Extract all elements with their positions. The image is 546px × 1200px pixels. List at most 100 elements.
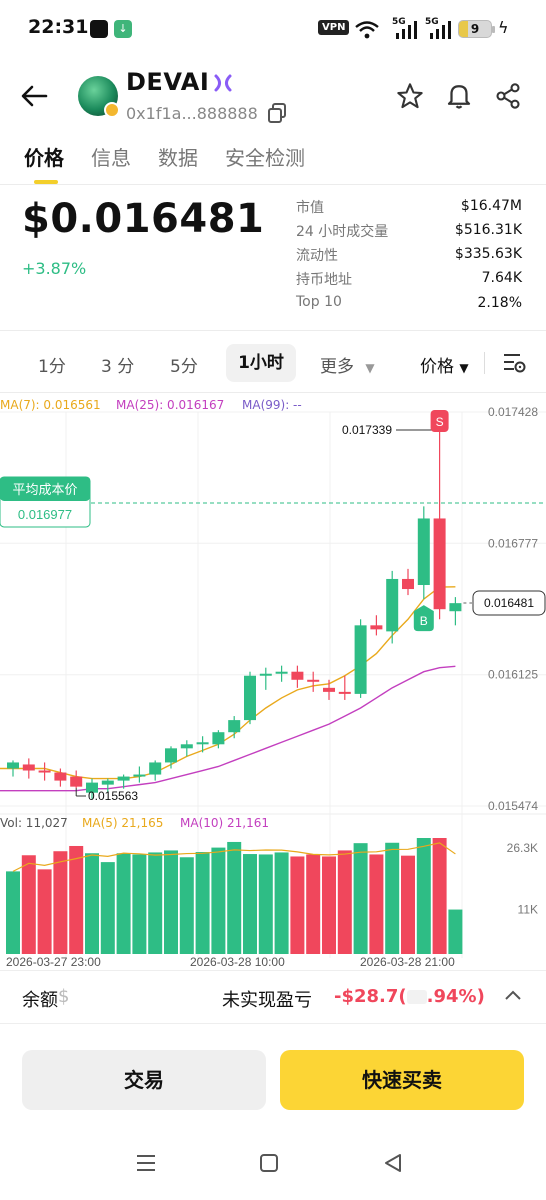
candle-body [7, 762, 19, 769]
vpn-badge: VPN [318, 20, 350, 35]
current-price-label: 0.016481 [484, 596, 534, 610]
candle-body [433, 518, 446, 610]
back-arrow-icon[interactable] [20, 84, 48, 108]
balance-label: 余额 [22, 990, 58, 1011]
stat-value-volume: $516.31K [454, 222, 522, 238]
candle-body [259, 673, 272, 676]
chevron-down-icon: ▼ [365, 361, 375, 375]
volume-axis-label: 26.3K [507, 841, 538, 855]
candle-body [54, 772, 67, 781]
battery-icon: 9 [458, 20, 495, 38]
balance-value: $ [58, 986, 70, 1007]
volume-bar [274, 852, 289, 954]
volume-bar [21, 855, 36, 954]
volume-bar [385, 842, 400, 954]
volume-bar [164, 850, 178, 954]
bell-icon[interactable] [444, 80, 474, 110]
interval-more[interactable]: 更多 ▼ [320, 352, 375, 377]
tab-info[interactable]: 信息 [91, 142, 131, 171]
chain-badge-icon [104, 102, 120, 118]
volume-bar [306, 854, 321, 954]
avg-cost-value: 0.016977 [18, 507, 72, 522]
volume-bar [53, 851, 68, 954]
avg-cost-label: 平均成本价 [12, 483, 77, 498]
candle-body [180, 744, 193, 749]
volume-bar [132, 854, 147, 954]
star-icon[interactable] [396, 82, 424, 110]
stat-value-top10: 2.18% [477, 295, 522, 311]
wifi-icon [355, 21, 379, 39]
stat-label-holders: 持币地址 [296, 272, 352, 288]
menu-nav-icon[interactable] [134, 1152, 158, 1174]
volume-bar [353, 843, 368, 954]
volume-bar [243, 854, 257, 954]
caret-down-icon: ▼ [459, 361, 469, 375]
stat-label-top10: Top 10 [296, 294, 342, 310]
home-nav-icon[interactable] [258, 1152, 280, 1174]
download-icon: ↓ [114, 20, 132, 38]
candle-body [275, 671, 288, 674]
volume-bar [290, 856, 305, 954]
time-axis-label: 2026-03-27 23:00 [6, 955, 101, 968]
candle-body [38, 770, 51, 773]
price-toggle[interactable]: 价格 ▼ [420, 352, 469, 377]
back-nav-icon[interactable] [382, 1152, 404, 1174]
share-icon[interactable] [494, 82, 522, 110]
current-price: $0.016481 [22, 196, 265, 242]
candle-body [244, 675, 256, 721]
candlestick-chart[interactable]: 0.017428 0.016777 0.016125 0.015474 平均成本价 0.0… [0, 392, 546, 968]
volume-bar [227, 841, 242, 954]
volume-bar [322, 856, 336, 954]
chevron-up-icon[interactable] [504, 988, 522, 1002]
chart-settings-icon[interactable] [502, 352, 526, 374]
charging-icon: ϟ [498, 18, 509, 37]
interval-1h[interactable]: 1小时 [226, 344, 296, 382]
stat-value-market-cap: $16.47M [460, 198, 522, 214]
candle-body [449, 603, 462, 612]
price-axis-label: 0.016125 [488, 668, 538, 682]
quick-trade-button[interactable]: 快速买卖 [280, 1050, 524, 1110]
volume-bar [69, 845, 84, 954]
trade-button[interactable]: 交易 [22, 1050, 266, 1110]
interval-1m[interactable]: 1分 [38, 352, 66, 377]
stat-label-liquidity: 流动性 [296, 248, 338, 264]
token-address: 0x1f1a...888888 [126, 104, 258, 123]
vol-legend: Vol: 11,027 [0, 816, 68, 830]
time-axis-label: 2026-03-28 21:00 [360, 955, 455, 968]
interval-separator [484, 352, 485, 374]
pnl-percent: .94%) [426, 986, 485, 1007]
interval-5m[interactable]: 5分 [170, 352, 198, 377]
candle-body [291, 671, 304, 680]
tab-security[interactable]: 安全检测 [225, 142, 305, 171]
verified-icon [214, 74, 232, 92]
copy-icon[interactable] [266, 102, 288, 124]
candle-body [386, 578, 399, 632]
interval-3m[interactable]: 3 分 [101, 352, 134, 377]
candle-body [149, 762, 162, 775]
volume-bar [337, 850, 352, 954]
high-annotation-label: 0.017339 [342, 423, 392, 437]
volume-bar [148, 852, 163, 954]
candle-body [370, 625, 383, 630]
candle-body [417, 518, 430, 586]
section-divider [0, 330, 546, 331]
pnl-value: -$28.7(.94%) [334, 986, 485, 1007]
candle-body [354, 625, 367, 694]
candle-body [307, 679, 320, 682]
volume-bar [211, 847, 226, 954]
pnl-label: 未实现盈亏 [222, 990, 312, 1011]
stat-label-market-cap: 市值 [296, 200, 324, 216]
tab-data[interactable]: 数据 [158, 142, 198, 171]
candle-body [338, 691, 351, 694]
tab-price[interactable]: 价格 [24, 142, 64, 171]
sell-marker-label: S [436, 415, 444, 429]
volume-bar [179, 857, 194, 954]
tab-divider [0, 184, 546, 185]
candle-body [101, 780, 114, 785]
candle-body [228, 720, 241, 733]
candle-body [212, 732, 225, 745]
vol-ma10-legend: MA(10) 21,161 [180, 816, 269, 830]
candle-body [133, 774, 146, 777]
candle-body [165, 748, 177, 763]
volume-bar [369, 854, 384, 954]
